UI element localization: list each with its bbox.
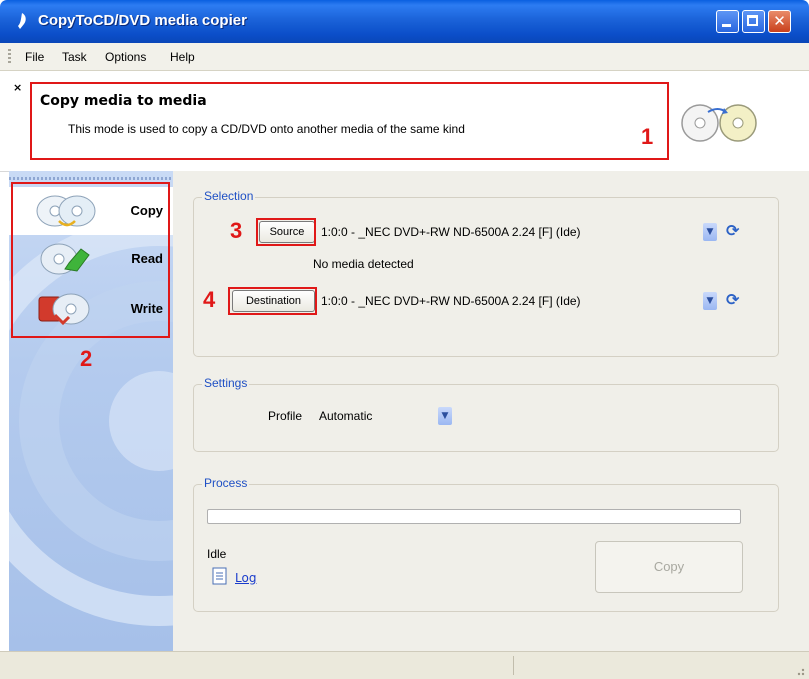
selection-group-title: Selection [202, 189, 256, 203]
copy-button[interactable]: Copy [595, 541, 743, 593]
annotation-box-2 [11, 182, 170, 338]
annotation-box-1 [30, 82, 669, 160]
source-status: No media detected [313, 257, 414, 271]
annotation-number-4: 4 [203, 287, 216, 312]
close-button[interactable]: ✕ [768, 10, 791, 33]
process-status: Idle [207, 547, 227, 561]
annotation-box-3 [256, 218, 316, 246]
status-bar [0, 651, 809, 679]
menu-options[interactable]: Options [105, 50, 146, 64]
menu-file[interactable]: File [25, 50, 44, 64]
annotation-number-1: 1 [641, 124, 654, 149]
annotation-number-2: 2 [80, 346, 93, 371]
source-dropdown-arrow-icon[interactable]: ▼ [703, 223, 717, 241]
progress-bar [207, 509, 741, 524]
minimize-button[interactable] [716, 10, 739, 33]
profile-select[interactable]: Automatic [319, 405, 453, 427]
source-drive-select[interactable]: 1:0:0 - _NEC DVD+-RW ND-6500A 2.24 [F] (… [321, 221, 581, 243]
menu-task[interactable]: Task [62, 50, 87, 64]
cd-copy-icon [681, 104, 757, 142]
destination-drive-select[interactable]: 1:0:0 - _NEC DVD+-RW ND-6500A 2.24 [F] (… [321, 290, 581, 312]
resize-grip-icon[interactable] [793, 664, 805, 676]
settings-group-title: Settings [202, 376, 250, 390]
menu-grip [8, 49, 11, 65]
window-title: CopyToCD/DVD media copier [38, 12, 247, 29]
process-group-title: Process [202, 476, 250, 490]
title-bar[interactable]: CopyToCD/DVD media copier ✕ [0, 0, 809, 43]
destination-refresh-icon[interactable]: ⟳ [726, 290, 739, 309]
status-separator [513, 656, 514, 675]
source-refresh-icon[interactable]: ⟳ [726, 221, 739, 240]
menu-bar: File Task Options Help [0, 43, 809, 71]
log-document-icon[interactable] [211, 567, 229, 585]
destination-dropdown-arrow-icon[interactable]: ▼ [703, 292, 717, 310]
menu-help[interactable]: Help [170, 50, 195, 64]
maximize-button[interactable] [742, 10, 765, 33]
banner-close-button[interactable]: × [13, 81, 22, 94]
annotation-box-4 [228, 287, 317, 315]
profile-label: Profile [268, 409, 303, 423]
annotation-number-3: 3 [230, 218, 243, 243]
profile-dropdown-arrow-icon[interactable]: ▼ [438, 407, 452, 425]
profile-value: Automatic [319, 409, 373, 423]
log-link[interactable]: Log [235, 571, 256, 585]
sidebar-grip [9, 177, 173, 180]
app-icon [18, 13, 26, 29]
